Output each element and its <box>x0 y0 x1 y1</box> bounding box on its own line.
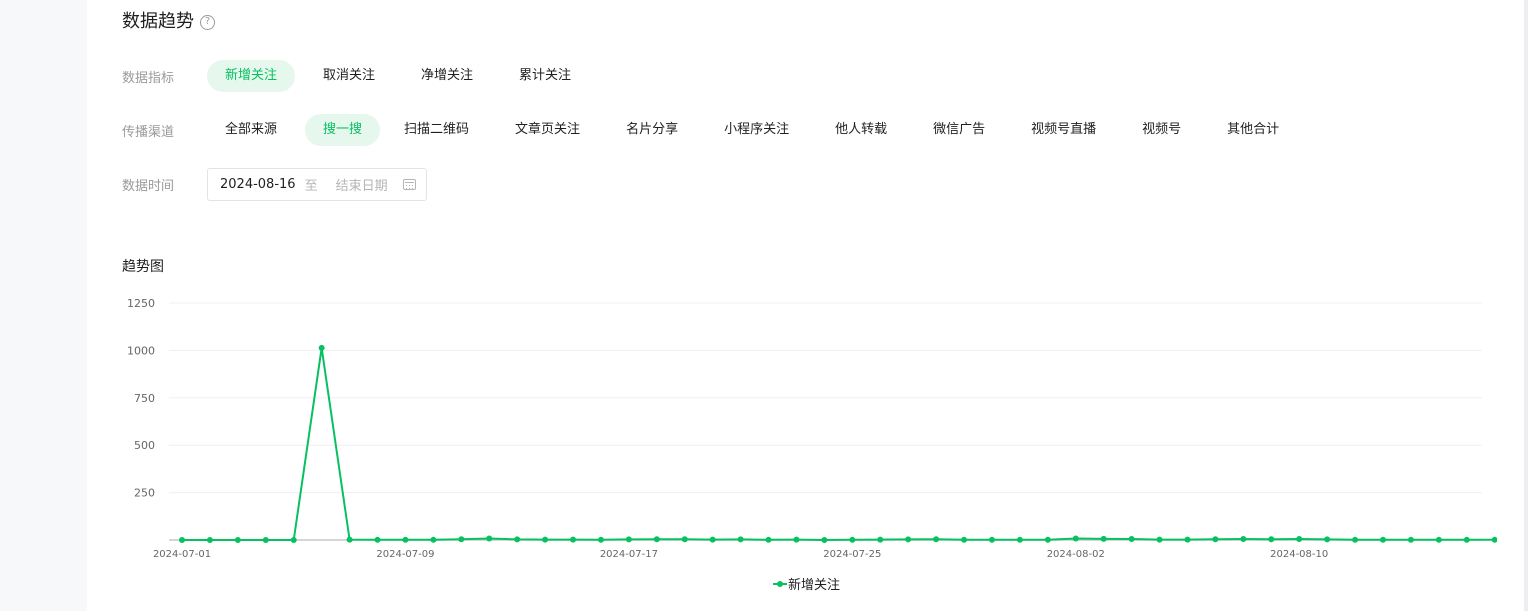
indicator-filter-label: 数据指标 <box>122 70 175 86</box>
data-point <box>905 536 912 543</box>
channel-chip-article[interactable]: 文章页关注 <box>497 114 598 146</box>
data-point <box>1212 536 1219 543</box>
data-point <box>262 537 269 543</box>
channel-chip-all[interactable]: 全部来源 <box>207 114 295 146</box>
data-point <box>1240 536 1247 543</box>
indicator-chip-net-follow[interactable]: 净增关注 <box>403 60 491 92</box>
data-point <box>961 536 968 543</box>
data-point <box>737 536 744 543</box>
data-point <box>1156 536 1163 543</box>
legend-line-swatch-icon <box>773 579 787 589</box>
indicator-filter-row: 数据指标 新增关注 取消关注 净增关注 累计关注 <box>122 59 599 93</box>
indicator-chip-unfollow[interactable]: 取消关注 <box>305 60 393 92</box>
data-point <box>597 536 604 543</box>
y-tick-label: 750 <box>134 392 155 405</box>
time-filter-label: 数据时间 <box>122 178 175 194</box>
date-start-value[interactable]: 2024-08-16 <box>220 177 296 192</box>
channel-chip-qrcode[interactable]: 扫描二维码 <box>386 114 487 146</box>
scrollbar-track[interactable] <box>1524 0 1528 611</box>
data-point <box>1184 536 1191 543</box>
indicator-chip-total-follow[interactable]: 累计关注 <box>501 60 589 92</box>
y-tick-label: 1250 <box>127 297 155 310</box>
data-point <box>1072 535 1079 542</box>
data-point <box>570 536 577 543</box>
data-point <box>374 536 381 543</box>
time-filter-row: 数据时间 2024-08-16 至 结束日期 <box>122 167 427 201</box>
data-point <box>625 536 632 543</box>
channel-filter-row: 传播渠道 全部来源 搜一搜 扫描二维码 文章页关注 名片分享 小程序关注 他人转… <box>122 113 1307 147</box>
y-tick-label: 500 <box>134 439 155 452</box>
x-tick-label: 2024-07-25 <box>823 549 881 560</box>
data-point <box>1268 536 1275 543</box>
channel-chip-channels-live[interactable]: 视频号直播 <box>1013 114 1114 146</box>
data-point <box>1463 536 1470 543</box>
channel-chip-wechat-ads[interactable]: 微信广告 <box>915 114 1003 146</box>
data-point <box>1100 535 1107 542</box>
data-point <box>793 536 800 543</box>
data-point <box>1324 536 1331 543</box>
data-point <box>318 344 325 351</box>
data-point <box>765 536 772 543</box>
data-point <box>1407 536 1414 543</box>
data-point <box>234 537 241 543</box>
x-tick-label: 2024-08-02 <box>1047 549 1105 560</box>
data-point <box>542 536 549 543</box>
data-point <box>346 536 353 543</box>
data-point <box>458 536 465 543</box>
data-point <box>1491 536 1497 543</box>
y-tick-label: 1000 <box>127 344 155 357</box>
data-point <box>430 536 437 543</box>
left-sidebar-background <box>0 0 87 611</box>
data-trend-panel: 数据趋势 ? 数据指标 新增关注 取消关注 净增关注 累计关注 传播渠道 全部来… <box>87 0 1524 611</box>
data-point <box>1379 536 1386 543</box>
data-point <box>486 535 493 542</box>
data-point <box>514 536 521 543</box>
data-point <box>821 537 828 543</box>
channel-chip-channels[interactable]: 视频号 <box>1124 114 1199 146</box>
channel-chip-repost[interactable]: 他人转载 <box>817 114 905 146</box>
data-point <box>1016 536 1023 543</box>
chart-legend[interactable]: 新增关注 <box>773 574 840 593</box>
data-point <box>1435 536 1442 543</box>
data-point <box>933 536 940 543</box>
data-point <box>206 537 213 543</box>
data-point <box>402 536 409 543</box>
indicator-chip-group: 新增关注 取消关注 净增关注 累计关注 <box>207 60 599 92</box>
data-point <box>1352 536 1359 543</box>
channel-filter-label: 传播渠道 <box>122 124 175 140</box>
data-point <box>1128 536 1135 543</box>
date-range-separator: 至 <box>304 178 318 194</box>
x-tick-label: 2024-07-01 <box>153 549 211 560</box>
date-range-picker[interactable]: 2024-08-16 至 结束日期 <box>207 167 427 201</box>
section-title: 数据趋势 ? <box>122 8 215 36</box>
trend-line-chart: 1250 1000 750 500 250 2024-07-01 2024-07-09 202… <box>127 297 1497 560</box>
data-point <box>1044 536 1051 543</box>
channel-chip-search[interactable]: 搜一搜 <box>305 114 381 146</box>
series-line <box>182 346 1495 541</box>
channel-chip-card-share[interactable]: 名片分享 <box>608 114 696 146</box>
data-point <box>653 536 660 543</box>
data-point <box>1296 536 1303 543</box>
x-tick-label: 2024-07-09 <box>376 549 434 560</box>
data-point <box>849 536 856 543</box>
data-point <box>709 536 716 543</box>
x-tick-label: 2024-08-10 <box>1270 549 1328 560</box>
channel-chip-group: 全部来源 搜一搜 扫描二维码 文章页关注 名片分享 小程序关注 他人转载 微信广… <box>207 114 1307 146</box>
channel-chip-miniprogram[interactable]: 小程序关注 <box>706 114 807 146</box>
data-point <box>179 537 185 543</box>
chart-section-title: 趋势图 <box>122 259 164 275</box>
data-point <box>877 536 884 543</box>
help-icon[interactable]: ? <box>200 14 215 30</box>
legend-label: 新增关注 <box>788 578 841 593</box>
channel-chip-other[interactable]: 其他合计 <box>1209 114 1297 146</box>
date-end-placeholder[interactable]: 结束日期 <box>336 175 403 194</box>
data-point <box>681 536 688 543</box>
data-point <box>290 537 297 543</box>
data-point <box>988 536 995 543</box>
calendar-icon[interactable] <box>403 178 416 190</box>
y-tick-label: 250 <box>134 487 155 500</box>
indicator-chip-new-follow[interactable]: 新增关注 <box>207 60 296 92</box>
x-tick-label: 2024-07-17 <box>600 549 658 560</box>
section-title-text: 数据趋势 <box>122 11 194 32</box>
